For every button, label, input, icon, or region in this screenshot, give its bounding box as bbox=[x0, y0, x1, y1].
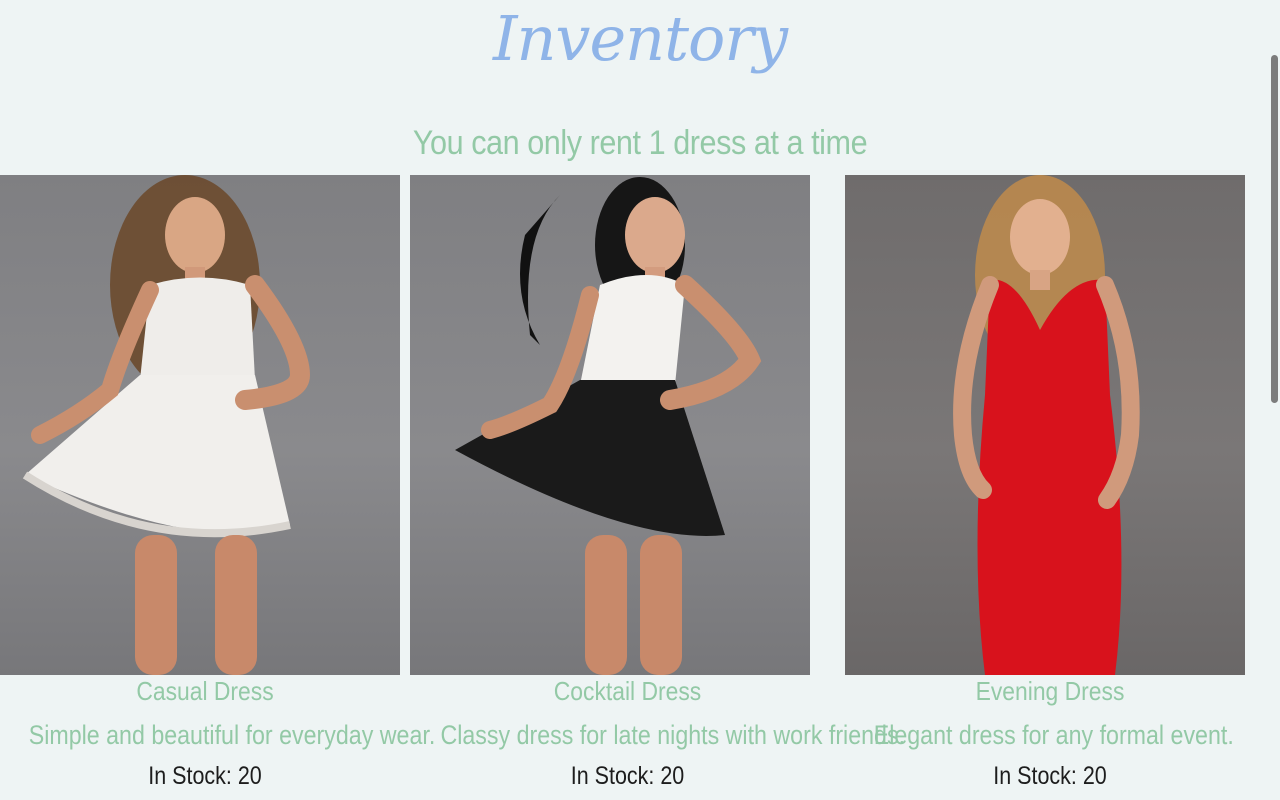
dress-name-cocktail[interactable]: Cocktail Dress bbox=[436, 676, 819, 707]
dress-name-evening[interactable]: Evening Dress bbox=[870, 676, 1231, 707]
vertical-scrollbar[interactable] bbox=[1268, 0, 1280, 800]
dress-card-casual[interactable] bbox=[0, 175, 400, 675]
cocktail-dress-illustration bbox=[455, 177, 762, 675]
stock-label: In Stock: bbox=[993, 762, 1077, 790]
stock-count: 20 bbox=[1082, 762, 1107, 790]
dress-description-evening: Elegant dress for any formal event. bbox=[873, 720, 1234, 750]
dress-description-cocktail: Classy dress for late nights with work f… bbox=[440, 720, 906, 750]
stock-count: 20 bbox=[237, 762, 262, 790]
stock-label: In Stock: bbox=[570, 762, 655, 790]
dress-description-casual: Simple and beautiful for everyday wear. bbox=[28, 720, 436, 750]
dress-name-casual[interactable]: Casual Dress bbox=[25, 676, 386, 707]
dress-stock-casual: In Stock: 20 bbox=[29, 762, 382, 791]
casual-dress-illustration bbox=[22, 175, 311, 675]
dress-stock-evening: In Stock: 20 bbox=[874, 762, 1227, 791]
rental-limit-notice: You can only rent 1 dress at a time bbox=[412, 124, 868, 162]
dress-card-cocktail[interactable] bbox=[410, 175, 810, 675]
dress-photo-casual[interactable] bbox=[0, 175, 400, 675]
dress-photo-evening[interactable] bbox=[845, 175, 1245, 675]
stock-label: In Stock: bbox=[148, 762, 232, 790]
dress-stock-cocktail: In Stock: 20 bbox=[440, 762, 814, 791]
stock-count: 20 bbox=[660, 762, 685, 790]
evening-dress-illustration bbox=[953, 175, 1140, 675]
dress-photo-cocktail[interactable] bbox=[410, 175, 810, 675]
page-title: Inventory bbox=[493, 2, 788, 75]
dress-card-evening[interactable] bbox=[845, 175, 1245, 675]
scrollbar-thumb[interactable] bbox=[1271, 55, 1278, 403]
